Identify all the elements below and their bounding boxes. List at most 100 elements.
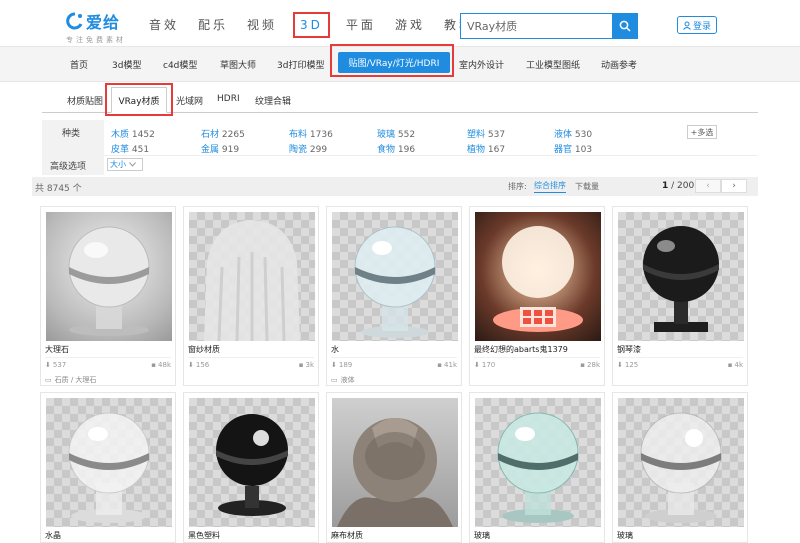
- nav-3d[interactable]: 3D: [293, 12, 330, 38]
- sort-label: 排序:: [508, 182, 527, 191]
- file-size: ▪ 48k: [151, 361, 171, 369]
- material-tag[interactable]: ▭ 石质 / 大理石: [45, 375, 96, 385]
- cat-c4d-models[interactable]: c4d模型: [163, 58, 197, 71]
- cat-3d-models[interactable]: 3d模型: [112, 58, 141, 71]
- material-title[interactable]: 水: [331, 344, 339, 355]
- tab-ies[interactable]: 光域网: [176, 94, 203, 107]
- filter-option[interactable]: 液体 530: [554, 127, 592, 140]
- logo-text: 爱给: [86, 13, 121, 32]
- material-thumbnail: [46, 212, 172, 341]
- nav-game[interactable]: 游戏: [392, 12, 428, 38]
- logo-slogan: 专注免费素材: [66, 36, 126, 44]
- tab-material-textures[interactable]: 材质贴图: [67, 94, 103, 107]
- filter-option[interactable]: 木质 1452: [111, 127, 155, 140]
- logo-icon: [66, 12, 84, 30]
- card-divider: [188, 357, 314, 358]
- download-icon: ⬇: [188, 361, 194, 369]
- material-thumbnail: [618, 398, 744, 527]
- file-size: ▪ 3k: [298, 361, 314, 369]
- result-bar: [32, 177, 758, 196]
- material-title[interactable]: 大理石: [45, 344, 69, 355]
- filter-option[interactable]: 器官 103: [554, 142, 592, 155]
- material-title[interactable]: 黑色塑料: [188, 530, 220, 541]
- user-icon: [683, 21, 691, 30]
- material-title[interactable]: 水晶: [45, 530, 61, 541]
- material-title[interactable]: 麻布材质: [331, 530, 363, 541]
- page-next-button[interactable]: ›: [721, 179, 747, 193]
- filter-option[interactable]: 陶瓷 299: [289, 142, 327, 155]
- material-thumbnail: [332, 212, 458, 341]
- material-title[interactable]: 玻璃: [617, 530, 633, 541]
- material-title[interactable]: 窗纱材质: [188, 344, 220, 355]
- filter-divider: [104, 155, 758, 156]
- search-button[interactable]: [612, 14, 637, 38]
- sort-downloads[interactable]: 下载量: [575, 181, 599, 192]
- material-thumbnail: [475, 212, 601, 341]
- filter-option[interactable]: 塑料 537: [467, 127, 505, 140]
- material-thumbnail: [189, 212, 315, 341]
- nav-sound[interactable]: 音效: [146, 12, 182, 38]
- material-thumbnail: [332, 398, 458, 527]
- multi-select-button[interactable]: + 多选: [687, 125, 717, 139]
- material-card[interactable]: 黑色塑料: [183, 392, 319, 543]
- view-count: ⬇ 156: [188, 361, 210, 369]
- material-card[interactable]: 玻璃: [469, 392, 605, 543]
- cat-interior-design[interactable]: 室内外设计: [459, 58, 504, 71]
- file-icon: ▪: [151, 361, 157, 369]
- cat-home[interactable]: 首页: [70, 58, 88, 71]
- material-title[interactable]: 玻璃: [474, 530, 490, 541]
- login-button[interactable]: 登录: [677, 16, 717, 34]
- card-divider: [331, 357, 457, 358]
- tab-hdri[interactable]: HDRI: [217, 94, 240, 104]
- material-card[interactable]: 玻璃: [612, 392, 748, 543]
- material-thumbnail: [618, 212, 744, 341]
- filter-option[interactable]: 食物 196: [377, 142, 415, 155]
- site-logo[interactable]: 爱给 专注免费素材: [66, 9, 126, 45]
- download-icon: ⬇: [474, 361, 480, 369]
- nav-video[interactable]: 视频: [244, 12, 280, 38]
- page-prev-button[interactable]: ‹: [695, 179, 721, 193]
- file-icon: ▪: [727, 361, 733, 369]
- cat-animation-ref[interactable]: 动画参考: [601, 58, 637, 71]
- card-divider: [45, 357, 171, 358]
- filter-kind-label: 种类: [62, 129, 81, 139]
- material-tag[interactable]: ▭ 液体: [331, 375, 355, 385]
- search-input[interactable]: [461, 14, 612, 38]
- card-divider: [617, 357, 743, 358]
- view-count: ⬇ 537: [45, 361, 67, 369]
- cat-industrial[interactable]: 工业模型图纸: [526, 58, 580, 71]
- material-card[interactable]: 钢琴漆 ⬇ 125 ▪ 4k: [612, 206, 748, 386]
- material-card[interactable]: 麻布材质: [326, 392, 462, 543]
- search-icon: [619, 20, 631, 32]
- filter-option[interactable]: 植物 167: [467, 142, 505, 155]
- size-select[interactable]: 大小: [107, 158, 143, 171]
- filter-option[interactable]: 金属 919: [201, 142, 239, 155]
- tab-vray-materials[interactable]: VRay材质: [111, 87, 167, 113]
- filter-option[interactable]: 玻璃 552: [377, 127, 415, 140]
- site-header: 爱给 专注免费素材 音效 配乐 视频 3D 平面 游戏 教程 登录: [0, 0, 800, 46]
- sort-comprehensive[interactable]: 综合排序: [534, 180, 566, 193]
- view-count: ⬇ 170: [474, 361, 496, 369]
- nav-music[interactable]: 配乐: [195, 12, 231, 38]
- cat-sketchup[interactable]: 草图大师: [220, 58, 256, 71]
- tab-texture-collections[interactable]: 纹理合辑: [255, 94, 291, 107]
- material-card[interactable]: 水晶: [40, 392, 176, 543]
- material-card[interactable]: 水 ⬇ 189 ▪ 41k ▭ 液体: [326, 206, 462, 386]
- material-title[interactable]: 钢琴漆: [617, 344, 641, 355]
- result-total: 共 8745 个: [35, 184, 82, 194]
- filter-option[interactable]: 布料 1736: [289, 127, 333, 140]
- material-title[interactable]: 最终幻想的abarts鬼1379: [474, 344, 568, 355]
- cat-3d-print[interactable]: 3d打印模型: [277, 58, 324, 71]
- filter-option[interactable]: 皮革 451: [111, 142, 149, 155]
- material-thumbnail: [46, 398, 172, 527]
- material-thumbnail: [189, 398, 315, 527]
- cat-textures-vray[interactable]: 贴图/VRay/灯光/HDRI: [338, 52, 450, 73]
- search-box: [460, 13, 638, 39]
- nav-graphic[interactable]: 平面: [343, 12, 379, 38]
- filter-option[interactable]: 石材 2265: [201, 127, 245, 140]
- material-card[interactable]: 最终幻想的abarts鬼1379 ⬇ 170 ▪ 28k: [469, 206, 605, 386]
- material-card[interactable]: 大理石 ⬇ 537 ▪ 48k ▭ 石质 / 大理石: [40, 206, 176, 386]
- folder-icon: ▭: [331, 376, 338, 384]
- download-icon: ⬇: [331, 361, 337, 369]
- material-card[interactable]: 窗纱材质 ⬇ 156 ▪ 3k: [183, 206, 319, 386]
